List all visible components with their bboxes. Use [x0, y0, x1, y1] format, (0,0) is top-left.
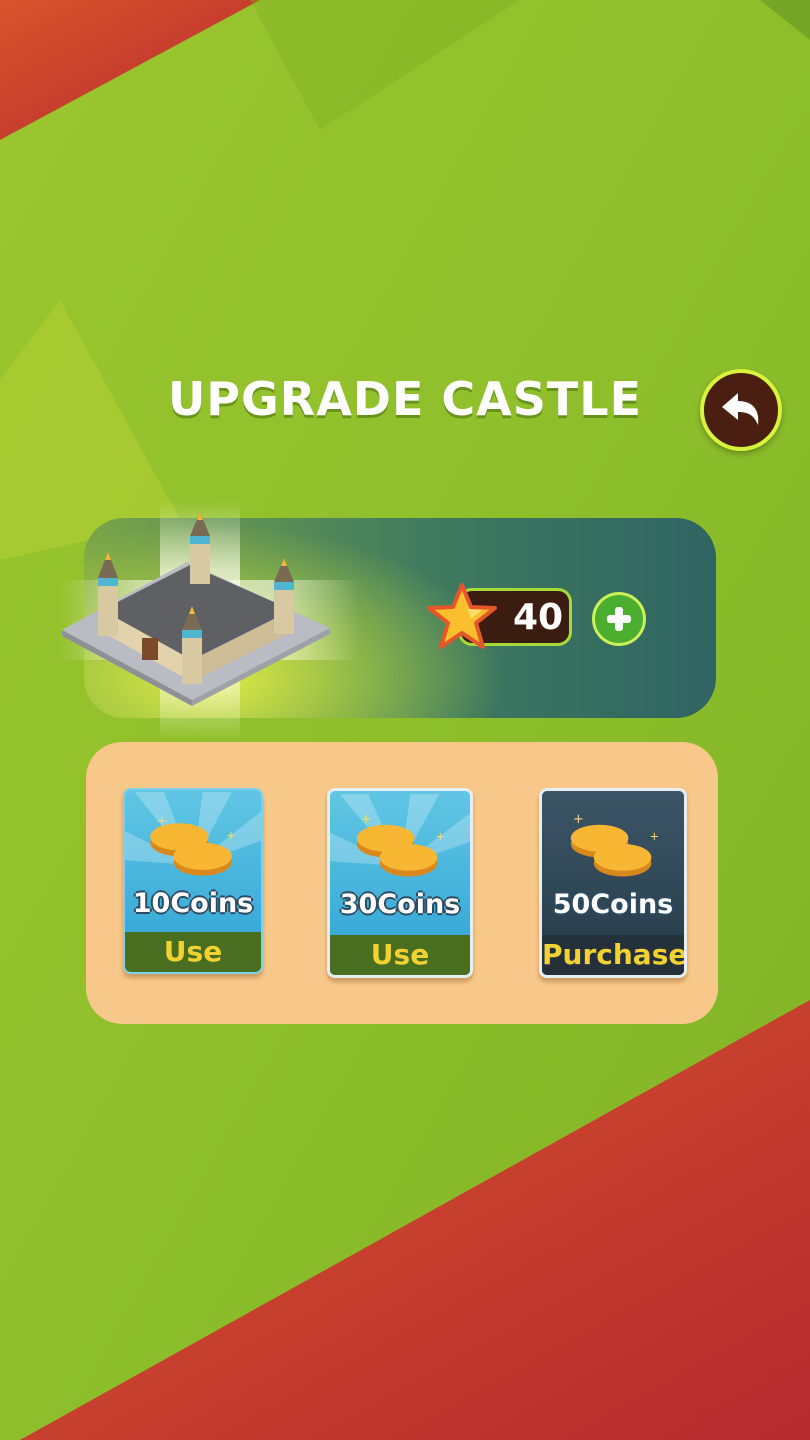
svg-text:+: + — [226, 828, 236, 842]
coin-amount: 50Coins — [552, 889, 674, 920]
svg-text:+: + — [361, 812, 372, 827]
use-button[interactable]: Use — [125, 932, 261, 972]
game-background — [0, 0, 810, 1440]
plus-icon — [607, 607, 631, 631]
back-button[interactable] — [700, 369, 782, 451]
coin-offer-card[interactable]: + + 50Coins Purchase — [539, 788, 687, 978]
svg-text:+: + — [156, 813, 167, 829]
purchase-button[interactable]: Purchase — [542, 935, 684, 975]
back-arrow-icon — [722, 393, 759, 425]
castle-image — [62, 512, 330, 706]
coin-amount: 10Coins — [132, 888, 254, 919]
svg-text:+: + — [649, 829, 659, 843]
svg-text:+: + — [573, 812, 584, 827]
coin-amount: 30Coins — [339, 889, 461, 920]
add-stars-button[interactable] — [592, 592, 646, 646]
star-icon — [427, 583, 497, 649]
page-title: UPGRADE CASTLE — [167, 372, 643, 426]
coin-offer-card[interactable]: + + 10Coins Use — [123, 788, 263, 974]
coin-offer-card[interactable]: + + 30Coins Use — [327, 788, 473, 978]
use-button[interactable]: Use — [330, 935, 470, 975]
svg-text:+: + — [435, 829, 445, 843]
star-count: 40 — [512, 597, 564, 638]
